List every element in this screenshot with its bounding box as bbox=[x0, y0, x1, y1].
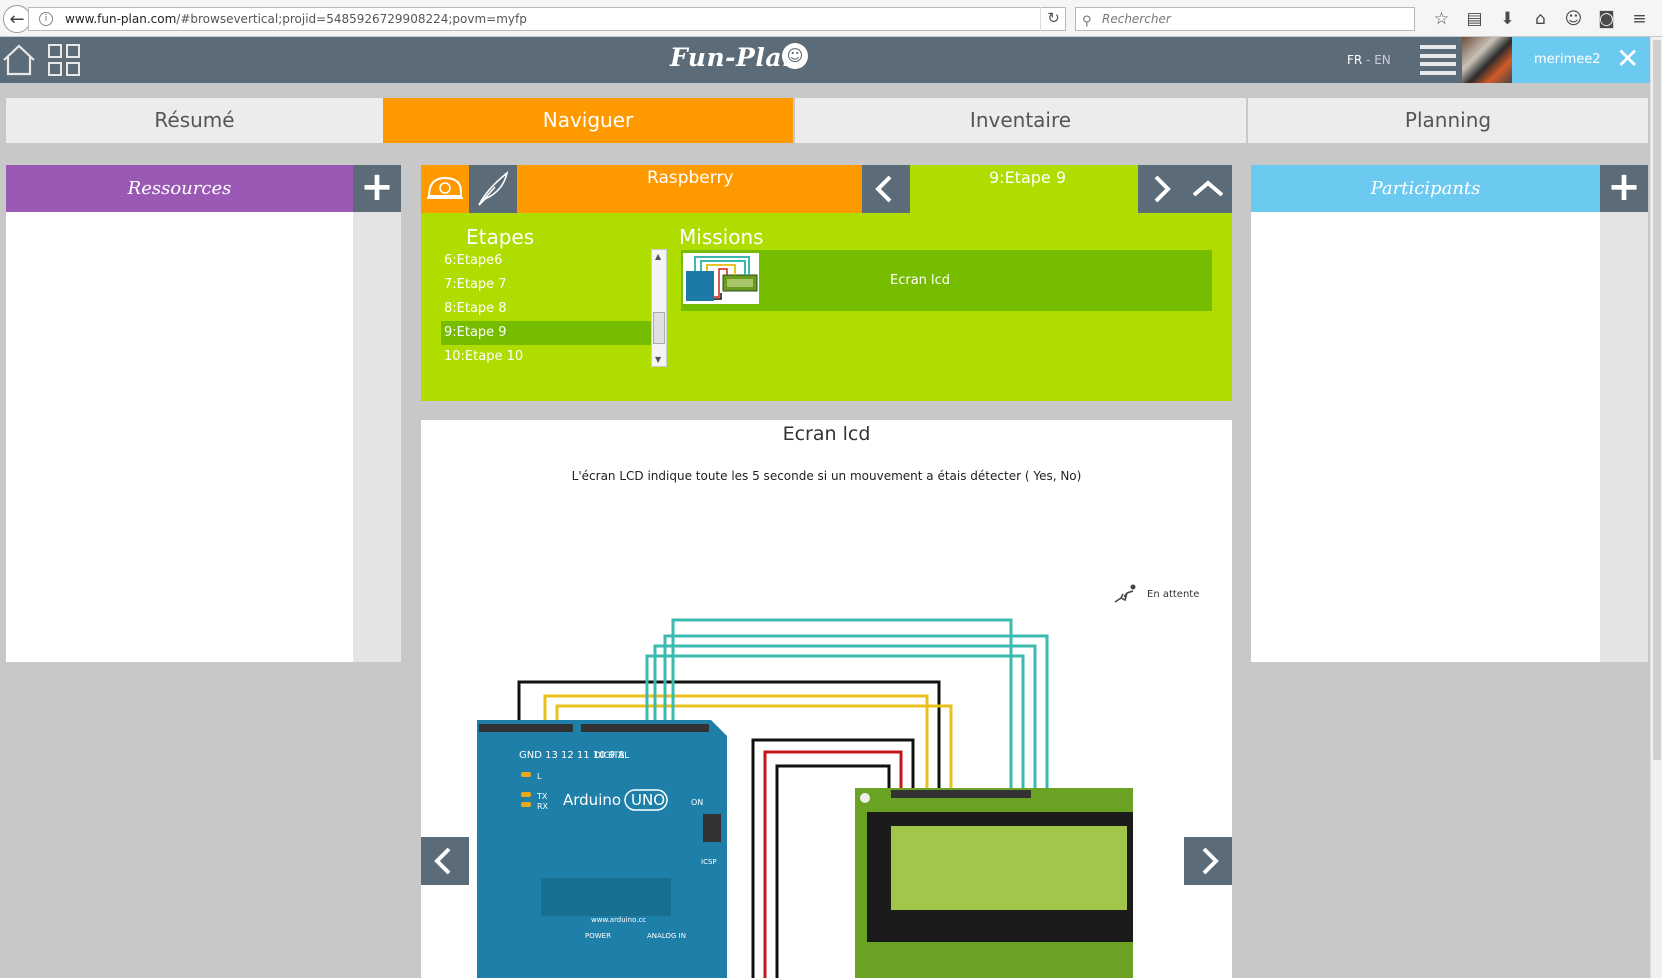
lang-fr[interactable]: FR bbox=[1347, 53, 1362, 67]
chevron-left-icon bbox=[875, 175, 892, 203]
etape-item[interactable]: 7:Etape 7 bbox=[441, 273, 659, 297]
lcd-module bbox=[855, 788, 1133, 978]
detail-title: Ecran lcd bbox=[782, 423, 871, 445]
quill-icon-svg bbox=[478, 170, 509, 206]
image-next-button[interactable] bbox=[1184, 837, 1232, 885]
etape-item-selected[interactable]: 9:Etape 9 bbox=[441, 321, 659, 345]
reading-list-icon[interactable]: ▤ bbox=[1458, 6, 1491, 32]
svg-text:www.arduino.cc: www.arduino.cc bbox=[591, 916, 646, 924]
ressources-panel: Ressources + bbox=[6, 165, 401, 662]
close-icon[interactable]: ✕ bbox=[1616, 42, 1639, 75]
browser-toolbar: ← i www.fun-plan.com/#browsevertical;pro… bbox=[0, 0, 1662, 37]
arduino-board: GND 13 12 11 10 9 8 DIGITAL Arduino UNO … bbox=[477, 720, 727, 978]
page-scrollbar[interactable] bbox=[1650, 37, 1662, 978]
missions-heading: Missions bbox=[679, 225, 764, 249]
svg-text:RX: RX bbox=[537, 802, 549, 811]
project-nav-bar: Raspberry 9:Etape 9 bbox=[421, 165, 1232, 213]
svg-text:POWER: POWER bbox=[585, 932, 611, 940]
language-switch[interactable]: FR - EN bbox=[1347, 53, 1391, 67]
mission-item[interactable]: Ecran lcd bbox=[681, 250, 1212, 311]
wiring-diagram: GND 13 12 11 10 9 8 DIGITAL Arduino UNO … bbox=[477, 618, 1133, 978]
project-name: Raspberry bbox=[647, 168, 734, 188]
chevron-right-icon[interactable] bbox=[1154, 175, 1171, 203]
lang-en[interactable]: EN bbox=[1374, 53, 1391, 67]
scroll-down-icon[interactable]: ▼ bbox=[655, 355, 661, 364]
detail-description: L'écran LCD indique toute les 5 seconde … bbox=[571, 469, 1082, 483]
chevron-left-icon bbox=[434, 847, 451, 875]
url-bar[interactable]: i www.fun-plan.com/#browsevertical;proji… bbox=[28, 7, 1066, 31]
svg-text:UNO: UNO bbox=[631, 791, 665, 809]
lang-separator: - bbox=[1362, 53, 1375, 67]
username: merimee2 bbox=[1534, 52, 1601, 67]
ressources-title: Ressources bbox=[6, 165, 353, 212]
svg-text:L: L bbox=[537, 772, 542, 781]
participants-panel: Participants + bbox=[1251, 165, 1648, 662]
current-step-box: 9:Etape 9 bbox=[910, 165, 1138, 213]
back-arrow-icon[interactable]: ← bbox=[3, 5, 31, 33]
avatar[interactable] bbox=[1462, 37, 1512, 83]
cap-icon-svg bbox=[427, 176, 463, 199]
menu-icon[interactable] bbox=[1420, 45, 1456, 75]
hamburger-menu-icon[interactable]: ≡ bbox=[1623, 6, 1656, 32]
svg-text:ANALOG IN: ANALOG IN bbox=[647, 932, 686, 940]
pocket-icon[interactable]: ◙ bbox=[1590, 6, 1623, 32]
info-icon[interactable]: i bbox=[39, 12, 53, 26]
tab-inventaire[interactable]: Inventaire bbox=[795, 98, 1246, 143]
participants-title: Participants bbox=[1251, 165, 1600, 212]
search-icon: ⚲ bbox=[1082, 14, 1092, 29]
home-icon[interactable]: ⌂ bbox=[1524, 6, 1557, 32]
tab-resume[interactable]: Résumé bbox=[6, 98, 383, 143]
add-ressource-button[interactable]: + bbox=[353, 165, 401, 212]
mission-thumbnail bbox=[683, 253, 759, 304]
status-label: En attente bbox=[1147, 588, 1200, 600]
image-prev-button[interactable] bbox=[421, 837, 469, 885]
svg-text:ICSP: ICSP bbox=[701, 858, 717, 866]
tab-naviguer[interactable]: Naviguer bbox=[383, 98, 793, 143]
ressources-strip bbox=[353, 212, 401, 662]
prev-step-button[interactable] bbox=[862, 165, 910, 213]
current-step-name: 9:Etape 9 bbox=[989, 168, 1067, 187]
app-header: Fun-Plan ☺ FR - EN bbox=[0, 37, 1650, 83]
mission-detail: Ecran lcd L'écran LCD indique toute les … bbox=[421, 420, 1232, 978]
next-collapse-icons bbox=[1154, 175, 1224, 203]
scroll-up-icon[interactable]: ▲ bbox=[655, 252, 661, 261]
user-box[interactable]: merimee2 ✕ bbox=[1512, 37, 1650, 83]
etape-item[interactable]: 6:Etape6 bbox=[441, 249, 659, 273]
grid-view-icon[interactable] bbox=[48, 44, 80, 76]
etape-item[interactable]: 8:Etape 8 bbox=[441, 297, 659, 321]
chat-icon[interactable]: ☺ bbox=[1557, 6, 1590, 32]
url-path: /#browsevertical;projid=5485926729908224… bbox=[176, 12, 527, 26]
home-outline-icon[interactable] bbox=[2, 44, 36, 76]
etape-item[interactable]: 10:Etape 10 bbox=[441, 345, 659, 367]
etapes-scrollbar[interactable]: ▲ ▼ bbox=[651, 249, 667, 367]
tab-planning[interactable]: Planning bbox=[1248, 98, 1648, 143]
svg-text:DIGITAL: DIGITAL bbox=[594, 751, 629, 761]
etapes-list[interactable]: 6:Etape6 7:Etape 7 8:Etape 8 9:Etape 9 1… bbox=[441, 249, 659, 367]
reload-icon[interactable]: ↻ bbox=[1040, 7, 1066, 31]
chevron-right-icon bbox=[1202, 847, 1219, 875]
cap-icon[interactable] bbox=[421, 165, 469, 213]
mission-label: Ecran lcd bbox=[890, 273, 951, 288]
search-placeholder: Rechercher bbox=[1102, 12, 1171, 26]
svg-text:ON: ON bbox=[691, 798, 703, 807]
svg-text:Arduino: Arduino bbox=[563, 791, 621, 809]
download-icon[interactable]: ⬇ bbox=[1491, 6, 1524, 32]
quill-icon[interactable] bbox=[469, 165, 517, 213]
step-controls bbox=[1138, 165, 1232, 213]
logo-badge-icon: ☺ bbox=[782, 43, 808, 69]
add-participant-button[interactable]: + bbox=[1600, 165, 1648, 212]
chevron-up-icon[interactable] bbox=[1192, 180, 1224, 197]
participants-strip bbox=[1600, 212, 1648, 662]
search-input[interactable]: ⚲ Rechercher bbox=[1075, 7, 1415, 31]
step-mission-panel: Etapes Missions 6:Etape6 7:Etape 7 8:Eta… bbox=[421, 213, 1232, 401]
etapes-heading: Etapes bbox=[466, 225, 535, 249]
bookmark-star-icon[interactable]: ☆ bbox=[1425, 6, 1458, 32]
url-host: www.fun-plan.com bbox=[65, 12, 177, 26]
svg-text:TX: TX bbox=[536, 792, 548, 801]
